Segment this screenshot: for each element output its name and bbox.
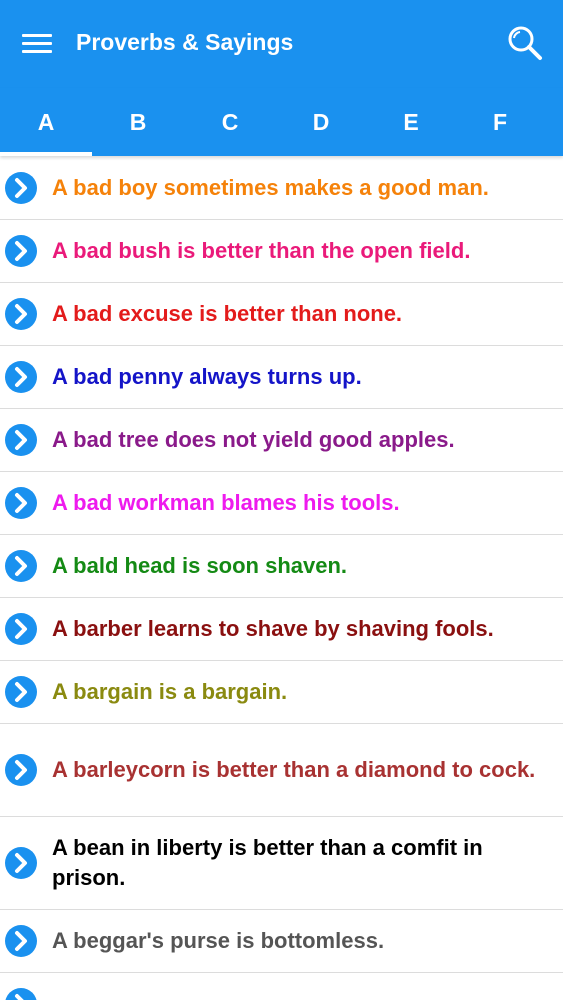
chevron-right-icon	[5, 172, 37, 204]
page-title: Proverbs & Sayings	[76, 29, 294, 55]
proverb-list: A bad boy sometimes makes a good man. A …	[0, 157, 563, 1000]
tab-d[interactable]: D	[275, 88, 367, 156]
chevron-right-icon	[5, 361, 37, 393]
chevron-right-icon	[5, 424, 37, 456]
alphabet-tabs: A B C D E F	[0, 88, 563, 156]
proverb-text: A barleycorn is better than a diamond to…	[52, 757, 536, 782]
proverb-text: A bad workman blames his tools.	[52, 490, 400, 515]
proverb-text: A barber learns to shave by shaving fool…	[52, 616, 494, 641]
tab-e[interactable]: E	[365, 88, 457, 156]
chevron-right-icon	[5, 235, 37, 267]
list-item[interactable]: A bad penny always turns up.	[0, 346, 563, 409]
proverb-text: A bargain is a bargain.	[52, 679, 288, 704]
chevron-right-icon	[5, 925, 37, 957]
list-item[interactable]: A bad tree does not yield good apples.	[0, 409, 563, 472]
menu-icon[interactable]	[22, 31, 52, 55]
chevron-right-icon	[5, 550, 37, 582]
chevron-right-icon	[5, 613, 37, 645]
list-item[interactable]: A barleycorn is better than a diamond to…	[0, 724, 563, 817]
proverb-text: A bad excuse is better than none.	[52, 301, 403, 326]
tab-a[interactable]: A	[0, 88, 92, 156]
menu-icon-line	[22, 42, 52, 45]
tab-c[interactable]: C	[184, 88, 276, 156]
list-item[interactable]: A bad boy sometimes makes a good man.	[0, 157, 563, 220]
chevron-right-icon	[5, 487, 37, 519]
app-bar: Proverbs & Sayings	[0, 0, 563, 88]
proverb-text: A bean in liberty is better than a comfi…	[52, 835, 483, 890]
chevron-right-icon	[5, 847, 37, 879]
chevron-right-icon	[5, 988, 37, 1000]
chevron-right-icon	[5, 676, 37, 708]
proverb-text: A bad penny always turns up.	[52, 364, 362, 389]
list-item[interactable]: A bargain is a bargain.	[0, 661, 563, 724]
list-item[interactable]: A bad bush is better than the open field…	[0, 220, 563, 283]
proverb-text: A bad bush is better than the open field…	[52, 238, 471, 263]
list-item[interactable]: A bean in liberty is better than a comfi…	[0, 817, 563, 910]
proverb-text: A bald head is soon shaven.	[52, 553, 348, 578]
list-item[interactable]: A bad excuse is better than none.	[0, 283, 563, 346]
tab-b[interactable]: B	[92, 88, 184, 156]
list-item[interactable]: A bald head is soon shaven.	[0, 535, 563, 598]
app-screen: Proverbs & Sayings A B C D E F A bad boy…	[0, 0, 563, 1000]
proverb-text: A bad boy sometimes makes a good man.	[52, 175, 489, 200]
chevron-right-icon	[5, 754, 37, 786]
proverb-text: A bad tree does not yield good apples.	[52, 427, 455, 452]
search-icon[interactable]	[505, 24, 545, 64]
tab-f[interactable]: F	[454, 88, 546, 156]
menu-icon-line	[22, 34, 52, 37]
menu-icon-line	[22, 50, 52, 53]
proverb-text: A beggar's purse is bottomless.	[52, 928, 385, 953]
chevron-right-icon	[5, 298, 37, 330]
list-item[interactable]: A bad workman blames his tools.	[0, 472, 563, 535]
list-item[interactable]: A beggar's purse is bottomless.	[0, 910, 563, 973]
list-item[interactable]: A barber learns to shave by shaving fool…	[0, 598, 563, 661]
list-item[interactable]	[0, 973, 563, 1000]
